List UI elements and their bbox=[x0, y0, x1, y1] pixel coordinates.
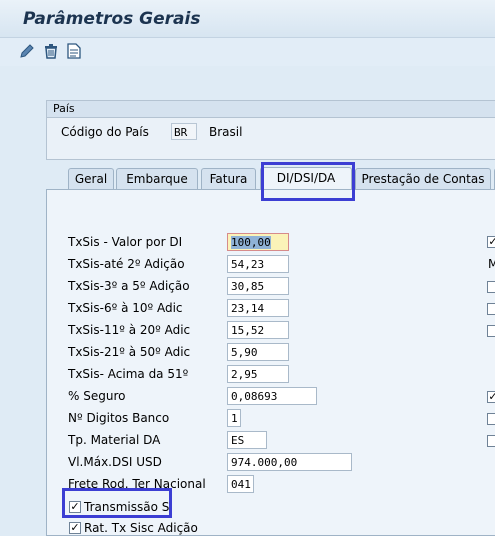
tab-prestacao-de-contas[interactable]: Prestação de Contas bbox=[355, 168, 491, 189]
digitos-banco-input[interactable]: 1 bbox=[227, 409, 241, 427]
right-partial-label: M bbox=[488, 257, 495, 271]
txsis-valor-di-value: 100,00 bbox=[231, 236, 271, 249]
txsis-acima-51-input[interactable]: 2,95 bbox=[227, 365, 289, 383]
right-checkbox-1[interactable]: ✓ bbox=[487, 236, 495, 248]
field-label-txsis-valor-di: TxSis - Valor por DI bbox=[68, 235, 183, 249]
field-label-txsis-6-10: TxSis-6º à 10º Adic bbox=[68, 301, 183, 315]
right-checkbox-6[interactable] bbox=[487, 413, 495, 425]
pais-group-title: País bbox=[53, 102, 75, 115]
tab-geral[interactable]: Geral bbox=[68, 168, 114, 189]
txsis-valor-di-input[interactable]: 100,00 bbox=[227, 233, 289, 251]
field-label-txsis-11-20: TxSis-11º à 20º Adic bbox=[68, 323, 191, 337]
page-title: Parâmetros Gerais bbox=[23, 9, 201, 29]
country-name: Brasil bbox=[209, 125, 243, 139]
codigo-pais-field: BR bbox=[171, 123, 197, 140]
pais-group: País Código do País BR Brasil bbox=[46, 100, 495, 160]
title-bar: Parâmetros Gerais bbox=[0, 0, 495, 38]
tab-di-dsi-da[interactable]: DI/DSI/DA bbox=[260, 167, 352, 190]
field-label-seguro: % Seguro bbox=[68, 389, 126, 403]
right-checkbox-2[interactable] bbox=[487, 281, 495, 293]
toolbar bbox=[0, 38, 495, 66]
right-checkbox-7[interactable] bbox=[487, 435, 495, 447]
right-checkbox-5[interactable]: ✓ bbox=[487, 391, 495, 403]
pencil-icon[interactable] bbox=[18, 42, 36, 60]
document-icon[interactable] bbox=[65, 42, 83, 60]
right-checkbox-3[interactable] bbox=[487, 303, 495, 315]
field-label-txsis-ate-2: TxSis-até 2º Adição bbox=[68, 257, 185, 271]
frete-rod-input[interactable]: 041 bbox=[227, 475, 254, 493]
seguro-input[interactable]: 0,08693 bbox=[227, 387, 317, 405]
tab-embarque[interactable]: Embarque bbox=[116, 168, 198, 189]
field-label-txsis-21-50: TxSis-21º à 50º Adic bbox=[68, 345, 191, 359]
tab-panel-di-dsi-da: TxSis - Valor por DI 100,00 TxSis-até 2º… bbox=[46, 189, 495, 536]
field-label-digitos-banco: Nº Digitos Banco bbox=[68, 411, 170, 425]
txsis-ate-2-input[interactable]: 54,23 bbox=[227, 255, 289, 273]
field-label-frete-rod: Frete Rod. Ter Nacional bbox=[68, 477, 206, 491]
transmissao-si-checkbox[interactable]: ✓ bbox=[69, 501, 81, 513]
rat-tx-sisc-checkbox[interactable]: ✓ bbox=[69, 522, 81, 534]
field-label-tp-material-da: Tp. Material DA bbox=[68, 433, 161, 447]
txsis-6-10-input[interactable]: 23,14 bbox=[227, 299, 289, 317]
field-label-txsis-3-5: TxSis-3º a 5º Adição bbox=[68, 279, 190, 293]
tp-material-da-input[interactable]: ES bbox=[227, 431, 267, 449]
trash-icon[interactable] bbox=[42, 42, 60, 60]
codigo-pais-label: Código do País bbox=[61, 125, 149, 139]
rat-tx-sisc-label: Rat. Tx Sisc Adição bbox=[84, 521, 198, 535]
vl-max-dsi-input[interactable]: 974.000,00 bbox=[227, 453, 352, 471]
tab-strip: Geral Embarque Fatura DI/DSI/DA Prestaçã… bbox=[46, 167, 495, 190]
field-label-txsis-acima-51: TxSis- Acima da 51º bbox=[68, 367, 189, 381]
tab-fatura[interactable]: Fatura bbox=[201, 168, 256, 189]
txsis-11-20-input[interactable]: 15,52 bbox=[227, 321, 289, 339]
pais-group-header: País bbox=[47, 101, 495, 118]
txsis-21-50-input[interactable]: 5,90 bbox=[227, 343, 289, 361]
transmissao-si-label: Transmissão Si bbox=[84, 500, 173, 514]
right-checkbox-4[interactable] bbox=[487, 325, 495, 337]
txsis-3-5-input[interactable]: 30,85 bbox=[227, 277, 289, 295]
field-label-vl-max-dsi: Vl.Máx.DSI USD bbox=[68, 455, 162, 469]
